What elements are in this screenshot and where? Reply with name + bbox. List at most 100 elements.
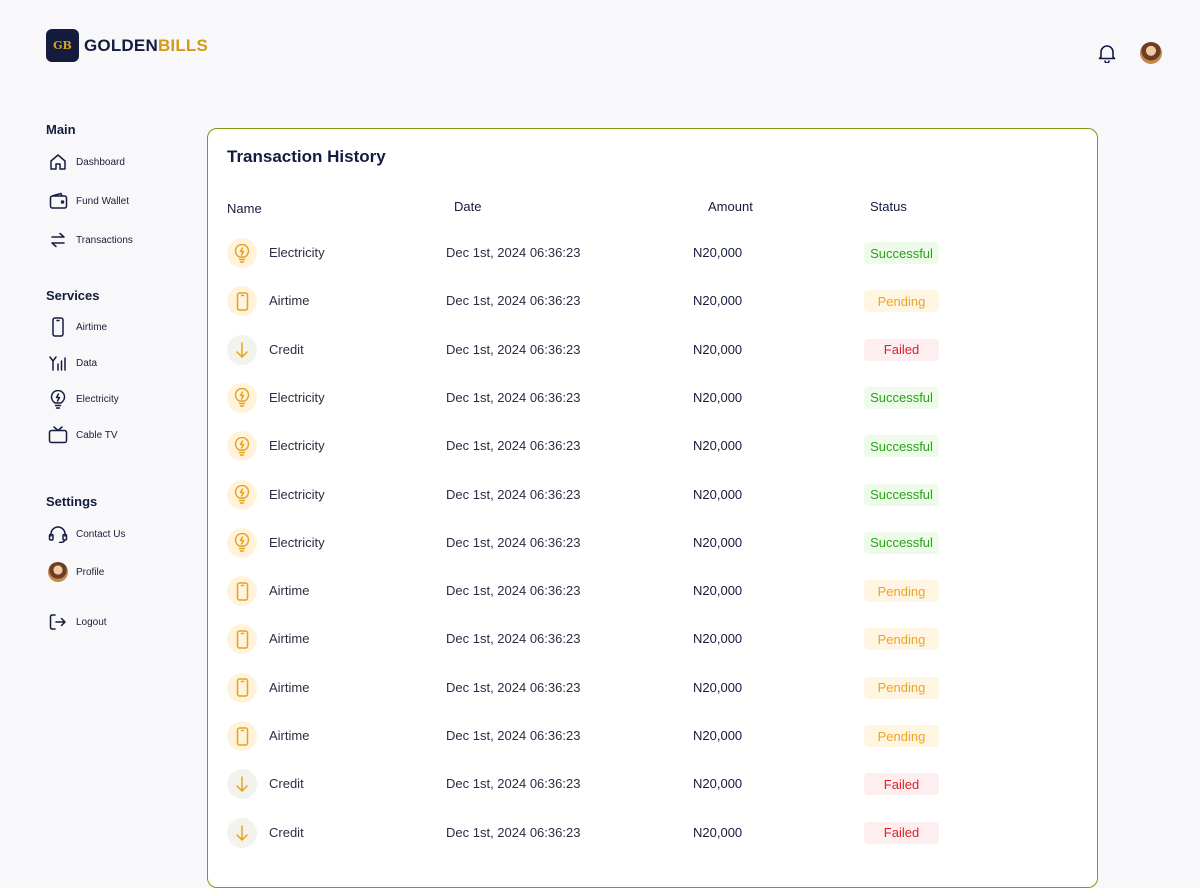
brand-name: GOLDENBILLS: [84, 36, 208, 56]
transfer-arrows-icon: [48, 230, 68, 250]
status-badge: Pending: [864, 676, 939, 699]
status-badge: Successful: [864, 435, 939, 458]
sidebar-item-logout[interactable]: Logout: [48, 611, 107, 633]
transaction-amount: N20,000: [693, 486, 743, 502]
headset-icon: [48, 524, 68, 544]
sidebar-section-services: Services: [46, 288, 100, 303]
sidebar-item-label: Dashboard: [76, 156, 125, 168]
transaction-name: Airtime: [269, 679, 310, 695]
bulb-icon: [227, 527, 257, 558]
phone-icon: [48, 317, 68, 337]
transaction-date: Dec 1st, 2024 06:36:23: [446, 245, 581, 260]
status-badge: Pending: [864, 725, 939, 747]
transaction-date: Dec 1st, 2024 06:36:23: [446, 583, 581, 599]
bulb-icon: [227, 382, 257, 413]
phone-icon: [227, 286, 257, 317]
sidebar-item-data[interactable]: Data: [48, 352, 97, 374]
table-row[interactable]: Electricity Dec 1st, 2024 06:36:23 N20,0…: [208, 478, 1097, 512]
transaction-name: Electricity: [269, 438, 325, 454]
transaction-amount: N20,000: [693, 438, 743, 454]
sidebar-item-fund-wallet[interactable]: Fund Wallet: [48, 190, 129, 212]
sidebar-section-main: Main: [46, 122, 76, 137]
transaction-date: Dec 1st, 2024 06:36:23: [446, 389, 581, 405]
sidebar-item-label: Electricity: [76, 393, 119, 405]
sidebar-item-airtime[interactable]: Airtime: [48, 316, 107, 338]
transaction-amount: N20,000: [693, 245, 743, 260]
status-badge: Successful: [864, 242, 939, 264]
sidebar-item-profile[interactable]: Profile: [48, 561, 104, 583]
transaction-date: Dec 1st, 2024 06:36:23: [446, 341, 581, 357]
header-actions: [1096, 42, 1162, 64]
transaction-name: Credit: [269, 776, 304, 792]
table-row[interactable]: Airtime Dec 1st, 2024 06:36:23 N20,000 P…: [208, 622, 1097, 656]
table-row[interactable]: Electricity Dec 1st, 2024 06:36:23 N20,0…: [208, 526, 1097, 560]
brand-name-part1: GOLDEN: [84, 35, 158, 55]
table-row[interactable]: Electricity Dec 1st, 2024 06:36:23 N20,0…: [208, 381, 1097, 415]
table-row[interactable]: Credit Dec 1st, 2024 06:36:23 N20,000 Fa…: [208, 816, 1097, 850]
transaction-amount: N20,000: [693, 679, 743, 695]
transaction-name: Credit: [269, 341, 304, 357]
transaction-name: Credit: [269, 824, 304, 840]
table-row[interactable]: Airtime Dec 1st, 2024 06:36:23 N20,000 P…: [208, 719, 1097, 753]
transaction-amount: N20,000: [693, 534, 743, 550]
sidebar-item-cable-tv[interactable]: Cable TV: [48, 424, 118, 446]
phone-icon: [227, 576, 257, 607]
transaction-amount: N20,000: [693, 293, 743, 309]
status-badge: Successful: [864, 483, 939, 506]
transaction-date: Dec 1st, 2024 06:36:23: [446, 534, 581, 550]
home-icon: [48, 152, 68, 172]
table-row[interactable]: Airtime Dec 1st, 2024 06:36:23 N20,000 P…: [208, 574, 1097, 608]
arrow-down-icon: [227, 334, 257, 365]
signal-icon: [48, 353, 68, 373]
sidebar-item-label: Transactions: [76, 234, 133, 246]
sidebar-section-settings: Settings: [46, 494, 98, 509]
transaction-name: Electricity: [269, 486, 325, 502]
sidebar-item-contact-us[interactable]: Contact Us: [48, 523, 125, 545]
sidebar-item-label: Airtime: [76, 321, 108, 333]
transaction-date: Dec 1st, 2024 06:36:23: [446, 438, 581, 454]
sidebar-item-label: Profile: [76, 566, 105, 578]
table-row[interactable]: Airtime Dec 1st, 2024 06:36:23 N20,000 P…: [208, 284, 1097, 318]
sidebar-item-label: Contact Us: [76, 528, 126, 540]
status-badge: Failed: [864, 338, 939, 361]
status-badge: Pending: [864, 628, 939, 651]
bulb-icon: [227, 479, 257, 510]
table-row[interactable]: Electricity Dec 1st, 2024 06:36:23 N20,0…: [208, 429, 1097, 463]
sidebar-item-electricity[interactable]: Electricity: [48, 388, 119, 410]
transaction-name: Electricity: [269, 389, 325, 405]
arrow-down-icon: [227, 769, 257, 800]
table-row[interactable]: Credit Dec 1st, 2024 06:36:23 N20,000 Fa…: [208, 333, 1097, 367]
logout-icon: [48, 612, 68, 632]
user-avatar[interactable]: [1140, 42, 1162, 64]
table-row[interactable]: Credit Dec 1st, 2024 06:36:23 N20,000 Fa…: [208, 767, 1097, 801]
transaction-name: Airtime: [269, 728, 310, 743]
transaction-date: Dec 1st, 2024 06:36:23: [446, 631, 581, 647]
transaction-name: Airtime: [269, 293, 310, 309]
status-badge: Successful: [864, 386, 939, 409]
transaction-date: Dec 1st, 2024 06:36:23: [446, 776, 581, 792]
status-badge: Successful: [864, 531, 939, 554]
avatar: [48, 562, 68, 582]
sidebar-item-label: Cable TV: [76, 429, 118, 441]
sidebar-item-label: Data: [76, 357, 98, 369]
sidebar-item-transactions[interactable]: Transactions: [48, 229, 133, 251]
column-header-date: Date: [454, 199, 482, 214]
phone-icon: [227, 624, 257, 655]
bell-icon[interactable]: [1096, 42, 1118, 64]
transaction-amount: N20,000: [693, 341, 743, 357]
phone-icon: [227, 672, 257, 703]
transaction-amount: N20,000: [693, 583, 743, 599]
table-row[interactable]: Airtime Dec 1st, 2024 06:36:23 N20,000 P…: [208, 671, 1097, 705]
transaction-name: Airtime: [269, 631, 310, 647]
sidebar-item-dashboard[interactable]: Dashboard: [48, 151, 125, 173]
transaction-date: Dec 1st, 2024 06:36:23: [446, 824, 581, 840]
transaction-name: Airtime: [269, 583, 310, 599]
transaction-date: Dec 1st, 2024 06:36:23: [446, 679, 581, 695]
transaction-date: Dec 1st, 2024 06:36:23: [446, 486, 581, 502]
transaction-date: Dec 1st, 2024 06:36:23: [446, 728, 581, 743]
bulb-icon: [227, 238, 257, 268]
brand-logo[interactable]: GB GOLDENBILLS: [46, 29, 208, 62]
table-row[interactable]: Electricity Dec 1st, 2024 06:36:23 N20,0…: [208, 236, 1097, 270]
transaction-amount: N20,000: [693, 776, 743, 792]
transaction-amount: N20,000: [693, 728, 743, 743]
